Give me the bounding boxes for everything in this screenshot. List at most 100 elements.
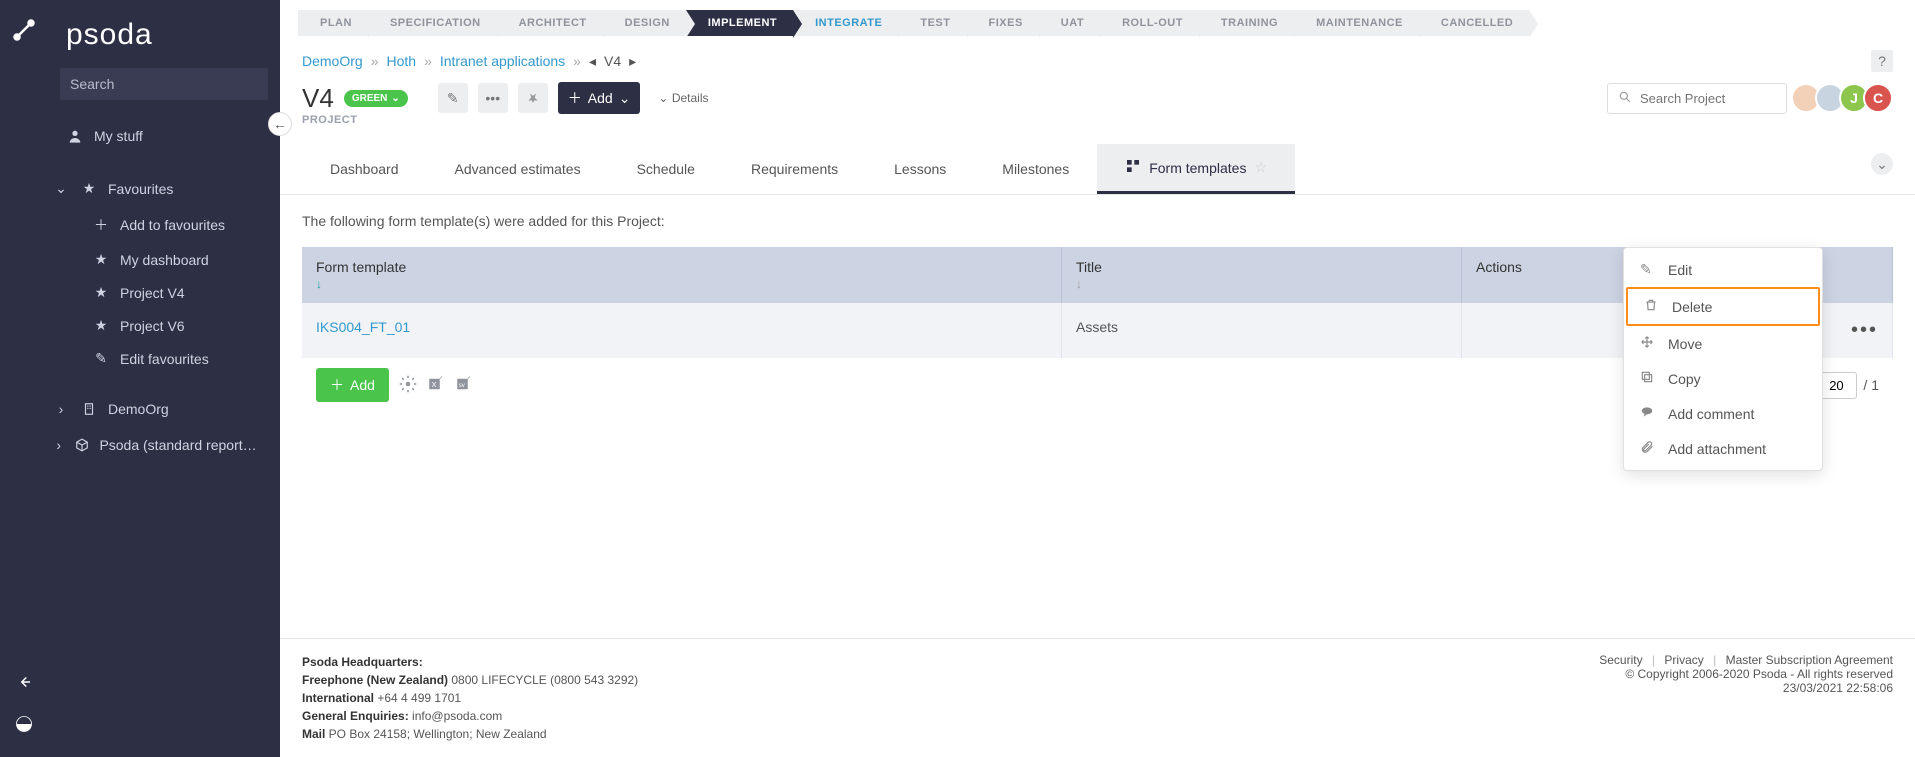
td-title: Assets [1062, 303, 1462, 358]
tab-form-templates[interactable]: Form templates ☆ [1097, 144, 1295, 194]
row-context-menu: ✎ Edit Delete Move Copy [1623, 247, 1823, 471]
tab-dashboard[interactable]: Dashboard [302, 147, 427, 191]
phase-plan[interactable]: PLAN [298, 10, 368, 36]
plus-icon: ＋ [92, 215, 110, 235]
sidebar-fav-add[interactable]: ＋ Add to favourites [82, 207, 280, 243]
star-outline-icon[interactable]: ☆ [1254, 159, 1267, 176]
breadcrumb-hoth[interactable]: Hoth [386, 53, 416, 69]
page-footer: Psoda Headquarters: Freephone (New Zeala… [280, 638, 1915, 757]
globe-icon[interactable] [14, 714, 34, 737]
phase-uat[interactable]: UAT [1039, 10, 1100, 36]
svg-text:sv: sv [459, 383, 465, 389]
form-template-table: Form template ↓ Title ↓ Actions IKS004_F… [302, 247, 1893, 412]
sidebar-fav-mydashboard[interactable]: ★ My dashboard [82, 243, 280, 276]
main-area: PLAN SPECIFICATION ARCHITECT DESIGN IMPL… [280, 0, 1915, 757]
footer-link-privacy[interactable]: Privacy [1664, 653, 1703, 667]
search-project-input[interactable] [1640, 91, 1776, 106]
form-template-link[interactable]: IKS004_FT_01 [316, 319, 410, 335]
phase-design[interactable]: DESIGN [603, 10, 686, 36]
page-title: V4 [302, 83, 334, 114]
sidebar-item-psoda-std[interactable]: › Psoda (standard reports and wor… [48, 427, 280, 463]
status-badge[interactable]: GREEN⌄ [344, 90, 408, 107]
add-button[interactable]: ＋ Add ⌄ [558, 82, 641, 114]
avatar[interactable]: C [1863, 83, 1893, 113]
phase-implement[interactable]: IMPLEMENT [686, 10, 793, 36]
sidebar-search[interactable]: Search [60, 68, 268, 100]
export-excel-icon[interactable]: X [427, 375, 445, 396]
th-form-template[interactable]: Form template ↓ [302, 247, 1062, 303]
chevron-right-icon: › [52, 437, 65, 453]
sidebar-item-mystuff[interactable]: My stuff [48, 118, 280, 154]
move-icon [1640, 335, 1656, 352]
form-icon [1125, 158, 1141, 177]
sidebar-item-favourites[interactable]: ⌄ ★ Favourites [48, 170, 280, 207]
footer-link-msa[interactable]: Master Subscription Agreement [1726, 653, 1893, 667]
comment-icon [1640, 405, 1656, 422]
breadcrumb-intranet[interactable]: Intranet applications [440, 53, 565, 69]
search-project[interactable] [1607, 83, 1787, 114]
tab-lessons[interactable]: Lessons [866, 147, 974, 191]
tabs: Dashboard Advanced estimates Schedule Re… [280, 144, 1915, 195]
phase-architect[interactable]: ARCHITECT [497, 10, 603, 36]
gear-icon[interactable] [399, 375, 417, 396]
menu-add-attachment[interactable]: Add attachment [1624, 431, 1822, 466]
paperclip-icon [1640, 440, 1656, 457]
breadcrumb: DemoOrg » Hoth » Intranet applications »… [280, 36, 1915, 78]
th-title[interactable]: Title ↓ [1062, 247, 1462, 303]
phase-test[interactable]: TEST [898, 10, 966, 36]
building-icon [80, 402, 98, 416]
lead-text: The following form template(s) were adde… [302, 213, 1893, 229]
pencil-icon: ✎ [92, 350, 110, 367]
chevron-right-icon: › [52, 401, 70, 417]
avatars: J C [1797, 83, 1893, 113]
export-csv-icon[interactable]: sv [455, 375, 473, 396]
sidebar-fav-edit[interactable]: ✎ Edit favourites [82, 342, 280, 375]
star-icon: ★ [92, 284, 110, 301]
copy-icon [1640, 370, 1656, 387]
phase-specification[interactable]: SPECIFICATION [368, 10, 497, 36]
phase-maintenance[interactable]: MAINTENANCE [1294, 10, 1419, 36]
back-arrow-icon[interactable] [15, 673, 33, 694]
tabs-expand-button[interactable]: ⌄ [1871, 153, 1893, 175]
edit-button[interactable]: ✎ [438, 83, 468, 113]
breadcrumb-current: V4 [604, 53, 621, 69]
footer-link-security[interactable]: Security [1599, 653, 1642, 667]
pencil-icon: ✎ [1640, 261, 1656, 278]
sidebar-collapse-button[interactable]: ← [268, 112, 292, 136]
menu-edit[interactable]: ✎ Edit [1624, 252, 1822, 287]
sidebar-item-demoorg[interactable]: › DemoOrg [48, 391, 280, 427]
tab-advanced-estimates[interactable]: Advanced estimates [427, 147, 609, 191]
svg-text:X: X [431, 380, 436, 389]
menu-delete[interactable]: Delete [1626, 287, 1820, 326]
menu-copy[interactable]: Copy [1624, 361, 1822, 396]
add-row-button[interactable]: ＋ Add [316, 368, 389, 402]
phase-cancelled[interactable]: CANCELLED [1419, 10, 1529, 36]
star-icon: ★ [92, 251, 110, 268]
star-icon: ★ [80, 180, 98, 197]
content: The following form template(s) were adde… [280, 195, 1915, 638]
menu-add-comment[interactable]: Add comment [1624, 396, 1822, 431]
sidebar-fav-projectv6[interactable]: ★ Project V6 [82, 309, 280, 342]
brand-text: psoda [48, 18, 280, 62]
icon-rail [0, 0, 48, 757]
breadcrumb-demoorg[interactable]: DemoOrg [302, 53, 363, 69]
notify-button[interactable] [518, 83, 548, 113]
phase-fixes[interactable]: FIXES [967, 10, 1039, 36]
tab-milestones[interactable]: Milestones [974, 147, 1097, 191]
chevron-down-icon: ⌄ [391, 93, 399, 104]
phase-training[interactable]: TRAINING [1199, 10, 1294, 36]
logo-icon [12, 18, 36, 45]
details-toggle[interactable]: ⌄ Details [658, 91, 708, 105]
footer-timestamp: 23/03/2021 22:58:06 [1599, 681, 1893, 695]
sidebar-fav-projectv4[interactable]: ★ Project V4 [82, 276, 280, 309]
help-button[interactable]: ? [1871, 50, 1893, 72]
page-subtitle: PROJECT [280, 114, 1915, 132]
tab-schedule[interactable]: Schedule [609, 147, 723, 191]
page-total: / 1 [1863, 377, 1879, 393]
td-form-template: IKS004_FT_01 [302, 303, 1062, 358]
tab-requirements[interactable]: Requirements [723, 147, 866, 191]
phase-integrate[interactable]: INTEGRATE [793, 10, 898, 36]
menu-move[interactable]: Move [1624, 326, 1822, 361]
more-button[interactable]: ••• [478, 83, 508, 113]
phase-rollout[interactable]: ROLL-OUT [1100, 10, 1199, 36]
